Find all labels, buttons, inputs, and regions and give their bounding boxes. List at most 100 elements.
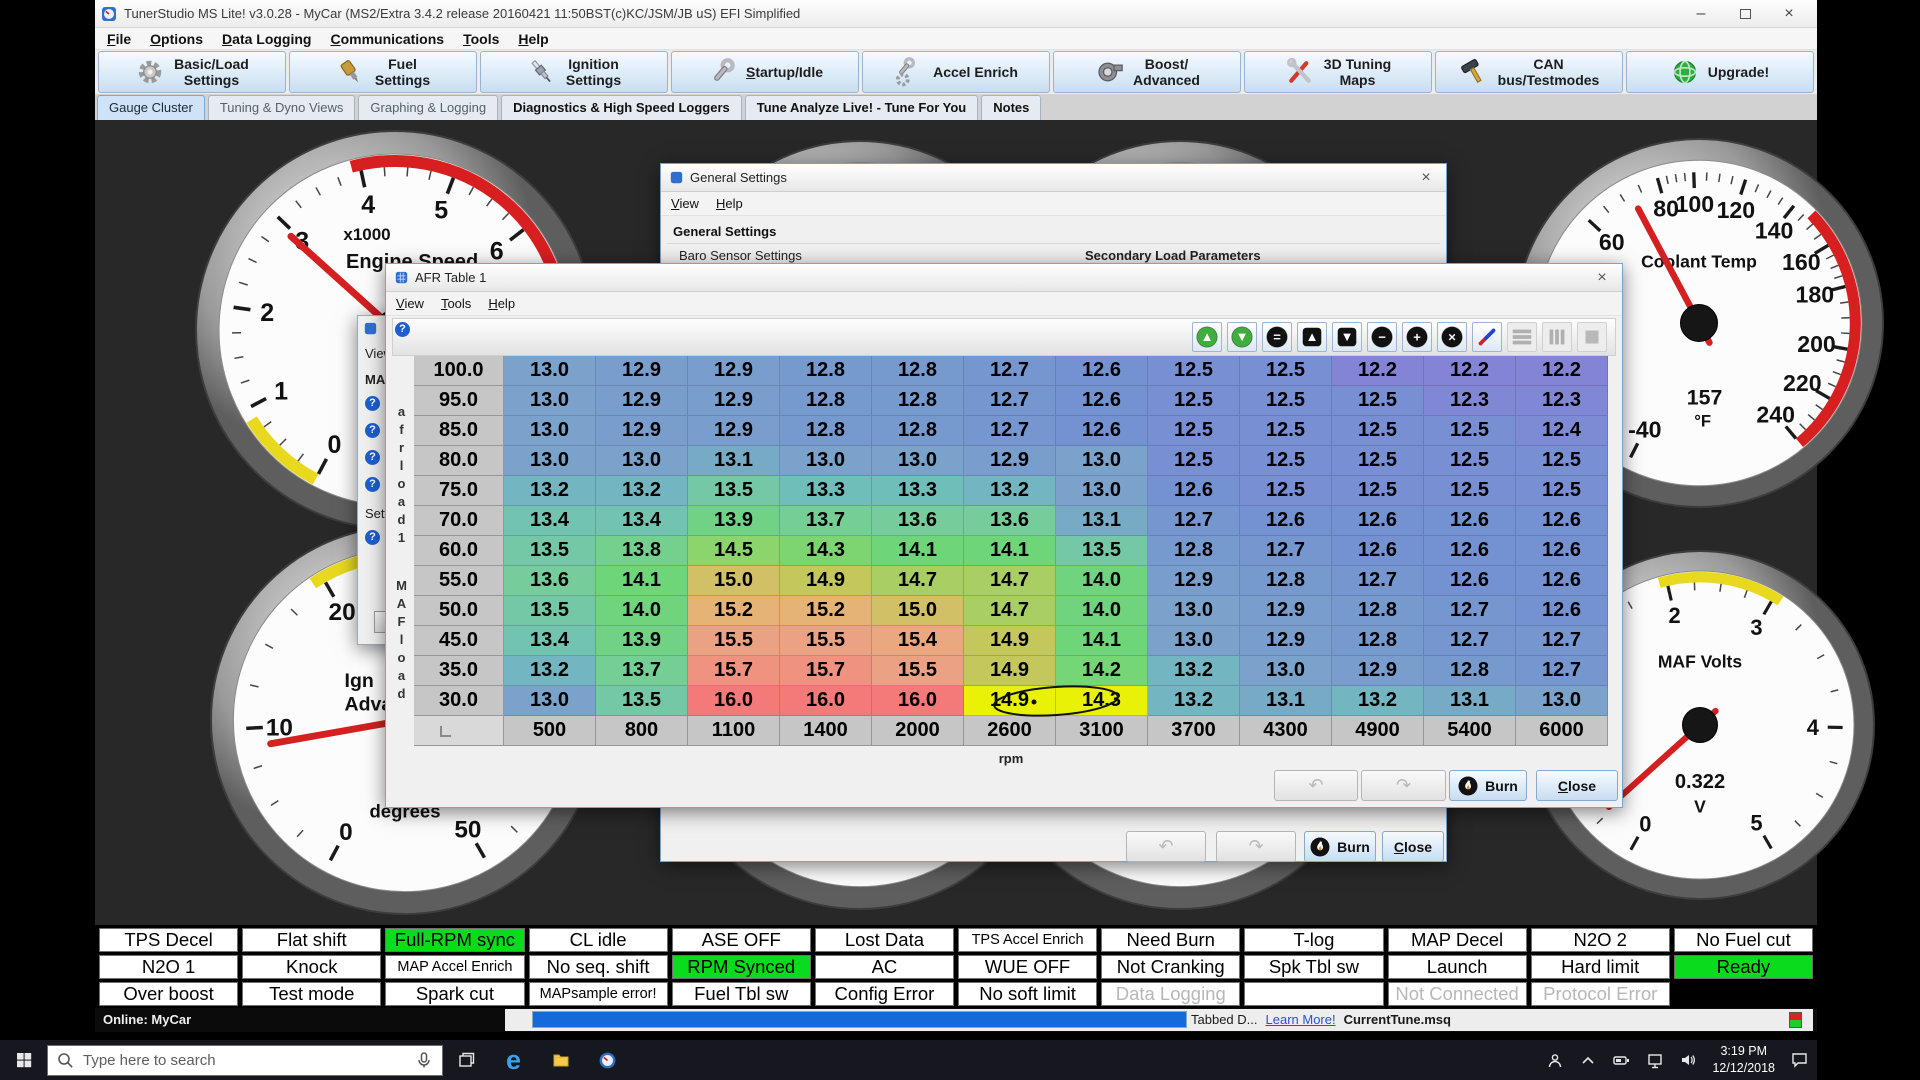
menu-item-help[interactable]: Help bbox=[716, 196, 743, 211]
afr-cell[interactable]: 12.8 bbox=[780, 416, 872, 446]
afr-cell[interactable]: 14.1 bbox=[596, 566, 688, 596]
afr-cell[interactable]: 13.4 bbox=[504, 506, 596, 536]
afr-cell[interactable]: 12.6 bbox=[1332, 536, 1424, 566]
close-button[interactable]: Close bbox=[1536, 770, 1618, 801]
scale-down-icon[interactable]: ▼ bbox=[1227, 322, 1257, 352]
afr-cell[interactable]: 12.5 bbox=[1424, 416, 1516, 446]
toolbar-button-fuel-settings[interactable]: FuelSettings bbox=[289, 51, 477, 93]
secondary-load-parameters-item[interactable]: Secondary Load Parameters bbox=[1085, 248, 1261, 263]
afr-cell[interactable]: 12.3 bbox=[1424, 386, 1516, 416]
afr-cell[interactable]: 12.5 bbox=[1240, 356, 1332, 386]
afr-cell[interactable]: 12.8 bbox=[780, 356, 872, 386]
toolbar-button-basic-load-settings[interactable]: Basic/LoadSettings bbox=[98, 51, 286, 93]
start-button[interactable] bbox=[0, 1040, 47, 1080]
search-input[interactable] bbox=[83, 1052, 406, 1069]
shift-down-icon[interactable]: ▼ bbox=[1332, 322, 1362, 352]
afr-cell[interactable]: 13.0 bbox=[504, 686, 596, 716]
help-icon[interactable]: ? bbox=[365, 423, 380, 438]
afr-cell[interactable]: 12.6 bbox=[1332, 506, 1424, 536]
afr-cell[interactable]: 12.5 bbox=[1240, 416, 1332, 446]
afr-cell[interactable]: 13.0 bbox=[1148, 626, 1240, 656]
burn-button[interactable]: Burn bbox=[1304, 831, 1376, 862]
afr-cell[interactable]: 12.9 bbox=[1240, 596, 1332, 626]
afr-cell[interactable]: 12.8 bbox=[1424, 656, 1516, 686]
afr-cell[interactable]: 12.6 bbox=[1240, 506, 1332, 536]
menu-item-help[interactable]: Help bbox=[518, 31, 548, 47]
afr-cell[interactable]: 13.6 bbox=[964, 506, 1056, 536]
afr-cell[interactable]: 12.9 bbox=[688, 416, 780, 446]
afr-cell[interactable]: 13.5 bbox=[504, 596, 596, 626]
redo-button[interactable]: ↷ bbox=[1361, 770, 1446, 801]
afr-cell[interactable]: 13.0 bbox=[504, 386, 596, 416]
tab-notes[interactable]: Notes bbox=[981, 95, 1041, 120]
help-icon[interactable]: ? bbox=[365, 450, 380, 465]
afr-cell[interactable]: 12.6 bbox=[1056, 356, 1148, 386]
afr-cell[interactable]: 12.8 bbox=[872, 416, 964, 446]
toolbar-button-ignition-settings[interactable]: IgnitionSettings bbox=[480, 51, 668, 93]
afr-cell[interactable]: 12.2 bbox=[1332, 356, 1424, 386]
menu-item-tools[interactable]: Tools bbox=[463, 31, 499, 47]
afr-cell[interactable]: 13.0 bbox=[1516, 686, 1608, 716]
afr-cell[interactable]: 13.1 bbox=[1056, 506, 1148, 536]
afr-cell[interactable]: 12.6 bbox=[1148, 476, 1240, 506]
afr-cell[interactable]: 13.0 bbox=[504, 356, 596, 386]
afr-cell[interactable]: 14.7 bbox=[964, 566, 1056, 596]
afr-cell[interactable]: 13.3 bbox=[872, 476, 964, 506]
afr-cell[interactable]: 12.7 bbox=[1332, 566, 1424, 596]
afr-cell[interactable]: 12.7 bbox=[1424, 626, 1516, 656]
afr-cell[interactable]: 13.0 bbox=[504, 416, 596, 446]
tab-tuning-dyno-views[interactable]: Tuning & Dyno Views bbox=[208, 95, 356, 120]
afr-cell[interactable]: 13.0 bbox=[872, 446, 964, 476]
afr-cell[interactable]: 15.0 bbox=[688, 566, 780, 596]
network-icon[interactable] bbox=[1646, 1052, 1664, 1069]
toolbar-button-startup-idle[interactable]: Startup/Idle bbox=[671, 51, 859, 93]
afr-cell[interactable]: 12.8 bbox=[1332, 626, 1424, 656]
afr-cell[interactable]: 12.7 bbox=[964, 356, 1056, 386]
afr-cell[interactable]: 13.5 bbox=[596, 686, 688, 716]
afr-cell[interactable]: 12.7 bbox=[1240, 536, 1332, 566]
afr-cell[interactable]: 12.6 bbox=[1424, 566, 1516, 596]
burn-button[interactable]: Burn bbox=[1449, 770, 1527, 801]
set-equal-icon[interactable]: = bbox=[1262, 322, 1292, 352]
afr-cell[interactable]: 12.7 bbox=[1516, 656, 1608, 686]
afr-cell[interactable]: 15.4 bbox=[872, 626, 964, 656]
afr-cell[interactable]: 14.9 bbox=[780, 566, 872, 596]
afr-cell[interactable]: 14.9 bbox=[964, 686, 1056, 716]
afr-cell[interactable]: 15.5 bbox=[688, 626, 780, 656]
toolbar-button-boost-advanced[interactable]: Boost/Advanced bbox=[1053, 51, 1241, 93]
afr-cell[interactable]: 15.2 bbox=[688, 596, 780, 626]
afr-cell[interactable]: 13.0 bbox=[1056, 476, 1148, 506]
afr-cell[interactable]: 15.5 bbox=[872, 656, 964, 686]
afr-cell[interactable]: 12.9 bbox=[688, 356, 780, 386]
afr-cell[interactable]: 12.7 bbox=[1516, 626, 1608, 656]
tab-gauge-cluster[interactable]: Gauge Cluster bbox=[97, 95, 205, 120]
toolbar-button-3d-tuning-maps[interactable]: 3D TuningMaps bbox=[1244, 51, 1432, 93]
afr-cell[interactable]: 15.5 bbox=[780, 626, 872, 656]
task-view-button[interactable] bbox=[443, 1040, 490, 1080]
afr-cell[interactable]: 13.1 bbox=[1424, 686, 1516, 716]
menu-item-view[interactable]: View bbox=[396, 296, 424, 311]
afr-cell[interactable]: 12.7 bbox=[1424, 596, 1516, 626]
minimize-button[interactable]: – bbox=[1679, 1, 1723, 27]
afr-cell[interactable]: 12.2 bbox=[1424, 356, 1516, 386]
toolbar-button-accel-enrich[interactable]: Accel Enrich bbox=[862, 51, 1050, 93]
afr-cell[interactable]: 12.5 bbox=[1240, 446, 1332, 476]
undo-button[interactable]: ↶ bbox=[1126, 831, 1206, 862]
afr-cell[interactable]: 16.0 bbox=[872, 686, 964, 716]
menu-item-data-logging[interactable]: Data Logging bbox=[222, 31, 311, 47]
speaker-icon[interactable] bbox=[1679, 1051, 1697, 1069]
file-explorer-button[interactable] bbox=[537, 1040, 584, 1080]
afr-cell[interactable]: 13.5 bbox=[1056, 536, 1148, 566]
afr-cell[interactable]: 12.5 bbox=[1148, 386, 1240, 416]
afr-cell[interactable]: 14.0 bbox=[1056, 596, 1148, 626]
afr-cell[interactable]: 13.9 bbox=[596, 626, 688, 656]
afr-cell[interactable]: 13.5 bbox=[688, 476, 780, 506]
afr-cell[interactable]: 12.6 bbox=[1516, 566, 1608, 596]
afr-cell[interactable]: 15.0 bbox=[872, 596, 964, 626]
afr-cell[interactable]: 12.5 bbox=[1332, 416, 1424, 446]
afr-cell[interactable]: 15.2 bbox=[780, 596, 872, 626]
afr-cell[interactable]: 14.9 bbox=[964, 656, 1056, 686]
tunerstudio-taskbar-button[interactable] bbox=[584, 1040, 631, 1080]
afr-cell[interactable]: 12.5 bbox=[1516, 476, 1608, 506]
afr-cell[interactable]: 12.6 bbox=[1516, 596, 1608, 626]
